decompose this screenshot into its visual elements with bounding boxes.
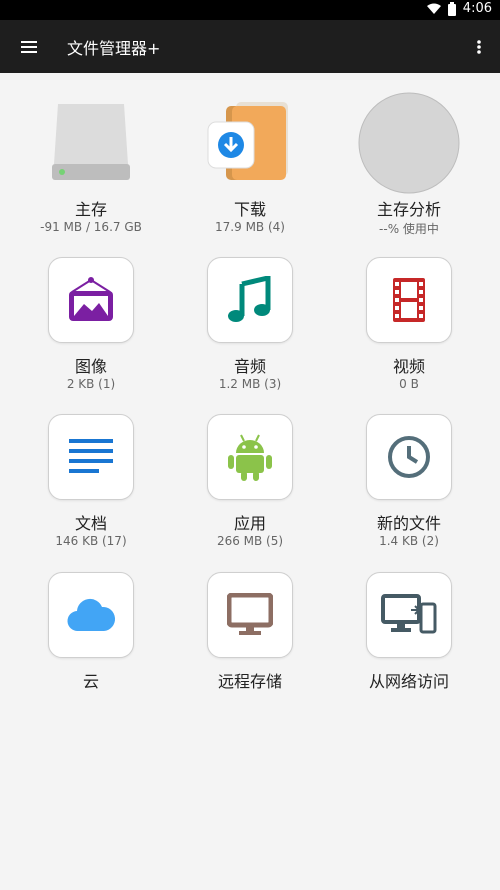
- grid-label: 从网络访问: [368, 672, 449, 691]
- storage-analysis-icon: [358, 92, 460, 194]
- grid-item-remote-storage[interactable]: 远程存储: [170, 571, 330, 701]
- grid-sub: 17.9 MB (4): [215, 220, 285, 234]
- film-icon: [393, 278, 425, 322]
- grid-item-video[interactable]: 视频 0 B: [329, 256, 489, 396]
- menu-button[interactable]: [18, 36, 42, 58]
- monitor-icon: [227, 593, 273, 635]
- grid-label: 主存分析: [376, 200, 441, 219]
- image-icon: [69, 277, 113, 321]
- page-title: 文件管理器+: [67, 39, 161, 58]
- new-files-tile: [366, 414, 452, 500]
- grid-item-cloud[interactable]: 云: [11, 571, 171, 701]
- app-toolbar: 文件管理器+: [0, 20, 500, 73]
- overflow-menu-button[interactable]: [474, 36, 484, 58]
- clock-icon: [388, 436, 430, 478]
- grid-label: 下载: [233, 200, 266, 219]
- grid-sub: 1.4 KB (2): [379, 534, 439, 548]
- battery-icon: [447, 1, 456, 16]
- network-access-tile: [366, 572, 452, 658]
- grid-sub: 1.2 MB (3): [218, 377, 282, 391]
- more-vert-icon: [477, 40, 481, 54]
- android-icon: [228, 434, 272, 481]
- grid-sub: --% 使用中: [379, 222, 439, 236]
- wifi-icon: [426, 3, 441, 14]
- grid-label: 图像: [74, 357, 107, 376]
- download-folder-icon: [207, 102, 288, 180]
- apps-tile: [207, 414, 293, 500]
- grid-item-download[interactable]: 下载 17.9 MB (4): [170, 92, 330, 242]
- hard-drive-icon: [52, 104, 130, 180]
- grid-item-audio[interactable]: 音频 1.2 MB (3): [170, 256, 330, 396]
- remote-storage-tile: [207, 572, 293, 658]
- grid-sub: 2 KB (1): [66, 377, 116, 391]
- grid-label: 主存: [74, 200, 107, 219]
- grid-sub: -91 MB / 16.7 GB: [40, 220, 142, 234]
- grid-item-new-files[interactable]: 新的文件 1.4 KB (2): [329, 413, 489, 553]
- document-icon: [69, 439, 113, 473]
- grid-sub: 146 KB (17): [55, 534, 127, 548]
- grid-label: 文档: [74, 514, 107, 533]
- grid-item-apps[interactable]: 应用 266 MB (5): [170, 413, 330, 553]
- grid-item-images[interactable]: 图像 2 KB (1): [11, 256, 171, 396]
- grid-item-documents[interactable]: 文档 146 KB (17): [11, 413, 171, 553]
- hamburger-icon: [21, 41, 37, 53]
- grid-label: 音频: [233, 357, 266, 376]
- grid-label: 云: [82, 672, 99, 691]
- audio-tile: [207, 257, 293, 343]
- status-bar: 4:06: [0, 0, 500, 20]
- grid-item-storage-analysis[interactable]: 主存分析 --% 使用中: [329, 92, 489, 242]
- music-note-icon: [228, 276, 271, 322]
- grid-label: 应用: [233, 514, 266, 533]
- grid-sub: 0 B: [399, 377, 419, 391]
- documents-tile: [48, 414, 134, 500]
- grid-item-network-access[interactable]: 从网络访问: [329, 571, 489, 701]
- image-tile: [48, 257, 134, 343]
- grid-label: 视频: [392, 357, 425, 376]
- cloud-tile: [48, 572, 134, 658]
- video-tile: [366, 257, 452, 343]
- grid-item-main-storage[interactable]: 主存 -91 MB / 16.7 GB: [11, 92, 171, 242]
- devices-icon: [381, 594, 437, 634]
- grid-label: 远程存储: [217, 672, 282, 691]
- grid-sub: 266 MB (5): [216, 534, 284, 548]
- cloud-icon: [67, 598, 116, 632]
- grid-label: 新的文件: [376, 514, 441, 533]
- status-time: 4:06: [462, 1, 492, 16]
